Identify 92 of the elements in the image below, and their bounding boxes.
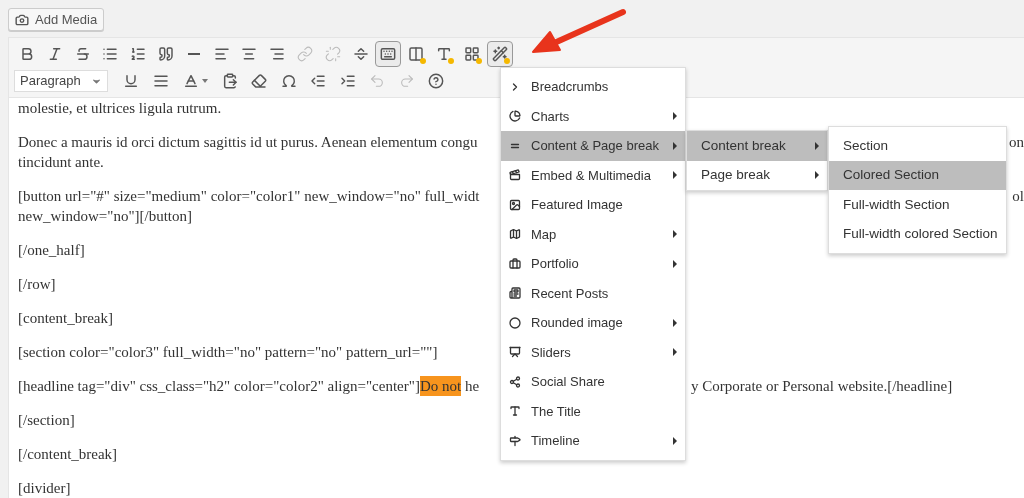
text-line: [section color="color3" full_width="no" pattern="no" pattern_url=""]: [18, 343, 438, 362]
text-line: [button url="#" size="medium" color="color1" new_window="no" full_widt: [18, 187, 480, 206]
text-line: tincidunt ante.: [18, 153, 104, 172]
map-icon: [509, 228, 521, 241]
submenu-arrow-icon: [815, 141, 819, 150]
submenu-arrow-icon: [673, 171, 677, 180]
menu-item[interactable]: Charts: [501, 101, 685, 131]
text-line: [/section]: [18, 411, 75, 430]
read-more-icon: [352, 46, 369, 62]
circle-icon: [509, 316, 521, 329]
text-icon: [435, 46, 452, 62]
text-fragment: y Corporate or Personal website.[/headline]: [691, 377, 953, 396]
text-line: Donec a mauris id orci dictum sagittis id ut purus. Aenean elementum congu: [18, 133, 478, 152]
align-right-icon: [269, 46, 286, 62]
submenu-arrow-icon: [673, 318, 677, 327]
paste-icon: [221, 73, 238, 89]
toolbar-button[interactable]: [375, 41, 402, 67]
text-line: [content_break]: [18, 309, 113, 328]
caret-icon: [201, 79, 208, 83]
align-left-icon: [213, 46, 230, 62]
media-icon: [15, 12, 29, 27]
columns-icon: [408, 46, 425, 62]
link-icon: [296, 46, 313, 62]
submenu-arrow-icon: [673, 259, 677, 268]
magic-wand-icon: [491, 46, 508, 62]
omega-icon: [280, 73, 297, 89]
menu-item[interactable]: Social Share: [501, 367, 685, 397]
redo-icon: [398, 73, 415, 89]
format-select[interactable]: Paragraph: [14, 70, 108, 92]
text-line: molestie, et ultrices ligula rutrum.: [18, 99, 222, 118]
image-icon: [509, 198, 521, 211]
menu-item[interactable]: Recent Posts: [501, 278, 685, 308]
align-center-icon: [241, 46, 258, 62]
submenu-arrow-icon: [673, 230, 677, 239]
horizontal-line-icon: [187, 53, 200, 55]
bold-icon: [19, 46, 35, 62]
newspaper-icon: [509, 287, 521, 300]
title-icon: [509, 405, 521, 418]
share-icon: [509, 375, 521, 388]
menu-item[interactable]: Section: [829, 131, 1006, 161]
keyboard-icon: [380, 46, 397, 62]
underline-icon: [123, 73, 139, 89]
menu-item[interactable]: Full-width colored Section: [829, 219, 1006, 249]
text-line: [headline tag="div" css_class="h2" color="color2" align="center"]: [18, 377, 420, 396]
undo-icon: [369, 73, 385, 89]
pie-chart-icon: [509, 110, 521, 123]
menu-item[interactable]: Embed & Multimedia: [501, 160, 685, 190]
outdent-icon: [310, 73, 326, 89]
numbered-list-icon: [130, 46, 147, 62]
menu-item[interactable]: Sliders: [501, 337, 685, 367]
menu-item[interactable]: Content & Page break: [501, 131, 685, 161]
text-color-icon: [182, 73, 199, 89]
help-icon: [428, 73, 444, 89]
submenu-arrow-icon: [673, 112, 677, 121]
submenu-arrow-icon: [673, 436, 677, 445]
menu-item[interactable]: Map: [501, 219, 685, 249]
add-media-button[interactable]: Add Media: [8, 8, 105, 31]
align-justify-icon: [152, 73, 169, 89]
menu-item[interactable]: Full-width Section: [829, 190, 1006, 220]
menu-item[interactable]: Rounded image: [501, 308, 685, 338]
menu-item[interactable]: Featured Image: [501, 190, 685, 220]
submenu-arrow-icon: [815, 171, 819, 180]
menu-item[interactable]: Content break: [687, 131, 827, 161]
signpost-icon: [509, 434, 521, 447]
text-line: [/one_half]: [18, 241, 85, 260]
text-line: [divider]: [18, 479, 71, 498]
text-fragment: on: [1009, 133, 1024, 152]
highlighted-text: Do not: [419, 376, 462, 396]
text-line: [/row]: [18, 275, 56, 294]
menu-item[interactable]: Colored Section: [829, 160, 1006, 190]
toolbar-button[interactable]: [486, 41, 513, 67]
quote-icon: [158, 46, 174, 62]
indent-icon: [339, 73, 356, 89]
bulleted-list-icon: [102, 46, 119, 62]
menu-item[interactable]: Page break: [687, 160, 827, 190]
unlink-icon: [324, 46, 341, 62]
grid-icon: [463, 46, 480, 62]
menu-item[interactable]: Portfolio: [501, 249, 685, 279]
text-line: [/content_break]: [18, 445, 118, 464]
text-fragment: ol: [1012, 187, 1024, 206]
menu-item[interactable]: Timeline: [501, 426, 685, 456]
strikethrough-icon: [74, 46, 91, 62]
text-fragment: he: [463, 377, 480, 396]
presentation-icon: [509, 346, 521, 359]
submenu-arrow-icon: [673, 141, 677, 150]
submenu-arrow-icon: [673, 348, 677, 357]
menu-item[interactable]: Breadcrumbs: [501, 72, 685, 102]
eraser-icon: [251, 73, 267, 89]
clapperboard-icon: [509, 169, 521, 182]
menu-item[interactable]: The Title: [501, 396, 685, 426]
briefcase-icon: [509, 257, 521, 270]
text-line: new_window="no"][/button]: [18, 207, 193, 226]
